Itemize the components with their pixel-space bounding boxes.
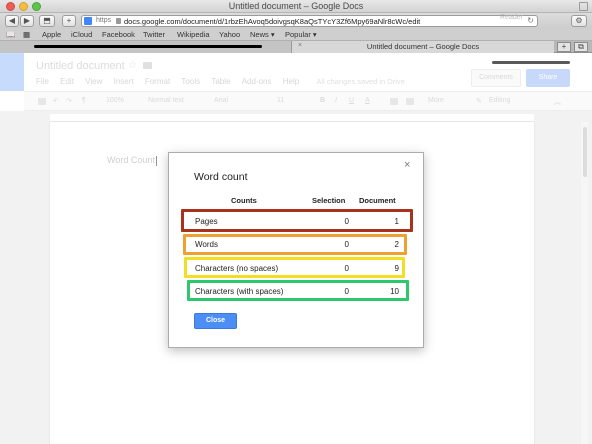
row-label-pages: Pages	[195, 217, 218, 226]
bookmark-wikipedia[interactable]: Wikipedia	[177, 30, 210, 39]
row-selection-chars-with-spaces: 0	[344, 287, 349, 296]
bookmark-yahoo[interactable]: Yahoo	[219, 30, 240, 39]
word-count-dialog: × Word count Counts Selection Document P…	[168, 152, 424, 348]
url-text: docs.google.com/document/d/1rbzEhAvoq5do…	[124, 17, 421, 26]
fullscreen-icon[interactable]	[579, 2, 588, 11]
back-button[interactable]: ◀	[5, 15, 19, 27]
tab-untitled-document[interactable]: × Untitled document – Google Docs	[292, 41, 554, 53]
row-label-chars-no-spaces: Characters (no spaces)	[195, 264, 279, 273]
reader-button[interactable]: Reader	[500, 14, 523, 21]
bookmark-popular[interactable]: Popular ▾	[285, 30, 317, 39]
row-document-pages: 1	[394, 217, 399, 226]
bookmark-twitter[interactable]: Twitter	[143, 30, 165, 39]
docs-favicon-icon	[84, 17, 92, 25]
address-bar[interactable]: https docs.google.com/document/d/1rbzEhA…	[81, 15, 538, 27]
tab-redacted[interactable]	[0, 41, 292, 53]
url-scheme: https	[96, 17, 112, 24]
header-selection: Selection	[312, 196, 346, 205]
reload-icon[interactable]: ↻	[527, 16, 534, 25]
tab-overview-icon[interactable]: ⧉	[574, 42, 588, 52]
close-icon[interactable]: ×	[404, 159, 410, 171]
bookmark-news[interactable]: News ▾	[250, 30, 275, 39]
row-label-words: Words	[195, 240, 218, 249]
new-tab-button[interactable]: +	[557, 42, 571, 52]
row-selection-pages: 0	[344, 217, 349, 226]
row-document-chars-with-spaces: 10	[390, 287, 399, 296]
share-page-icon[interactable]: ⬒	[39, 15, 55, 27]
header-document: Document	[359, 196, 396, 205]
bookmark-apple[interactable]: Apple	[42, 30, 61, 39]
bookmark-facebook[interactable]: Facebook	[102, 30, 135, 39]
header-counts: Counts	[231, 196, 257, 205]
settings-gear-icon[interactable]: ⚙	[571, 15, 587, 27]
close-button[interactable]: Close	[194, 313, 237, 329]
forward-button[interactable]: ▶	[20, 15, 34, 27]
window-title: Untitled document – Google Docs	[228, 1, 364, 11]
add-bookmark-button[interactable]: +	[62, 15, 76, 27]
bookmark-icloud[interactable]: iCloud	[71, 30, 92, 39]
row-label-chars-with-spaces: Characters (with spaces)	[195, 287, 284, 296]
redaction-bar	[34, 45, 262, 48]
row-document-chars-no-spaces: 9	[394, 264, 399, 273]
reading-list-icon[interactable]: 📖	[6, 30, 15, 39]
dialog-title: Word count	[194, 171, 248, 183]
row-selection-words: 0	[344, 240, 349, 249]
browser-toolbar: ◀ ▶ ⬒ + https docs.google.com/document/d…	[0, 13, 592, 29]
browser-window: Untitled document – Google Docs ◀ ▶ ⬒ + …	[0, 0, 592, 444]
row-selection-chars-no-spaces: 0	[344, 264, 349, 273]
tab-bar: × Untitled document – Google Docs + ⧉	[0, 41, 592, 53]
tab-title: Untitled document – Google Docs	[366, 42, 480, 51]
bookmarks-bar: 📖 ▦ Apple iCloud Facebook Twitter Wikipe…	[0, 29, 592, 41]
row-document-words: 2	[394, 240, 399, 249]
top-sites-icon[interactable]: ▦	[23, 30, 30, 39]
lock-icon	[116, 18, 121, 24]
title-bar: Untitled document – Google Docs	[0, 0, 592, 13]
